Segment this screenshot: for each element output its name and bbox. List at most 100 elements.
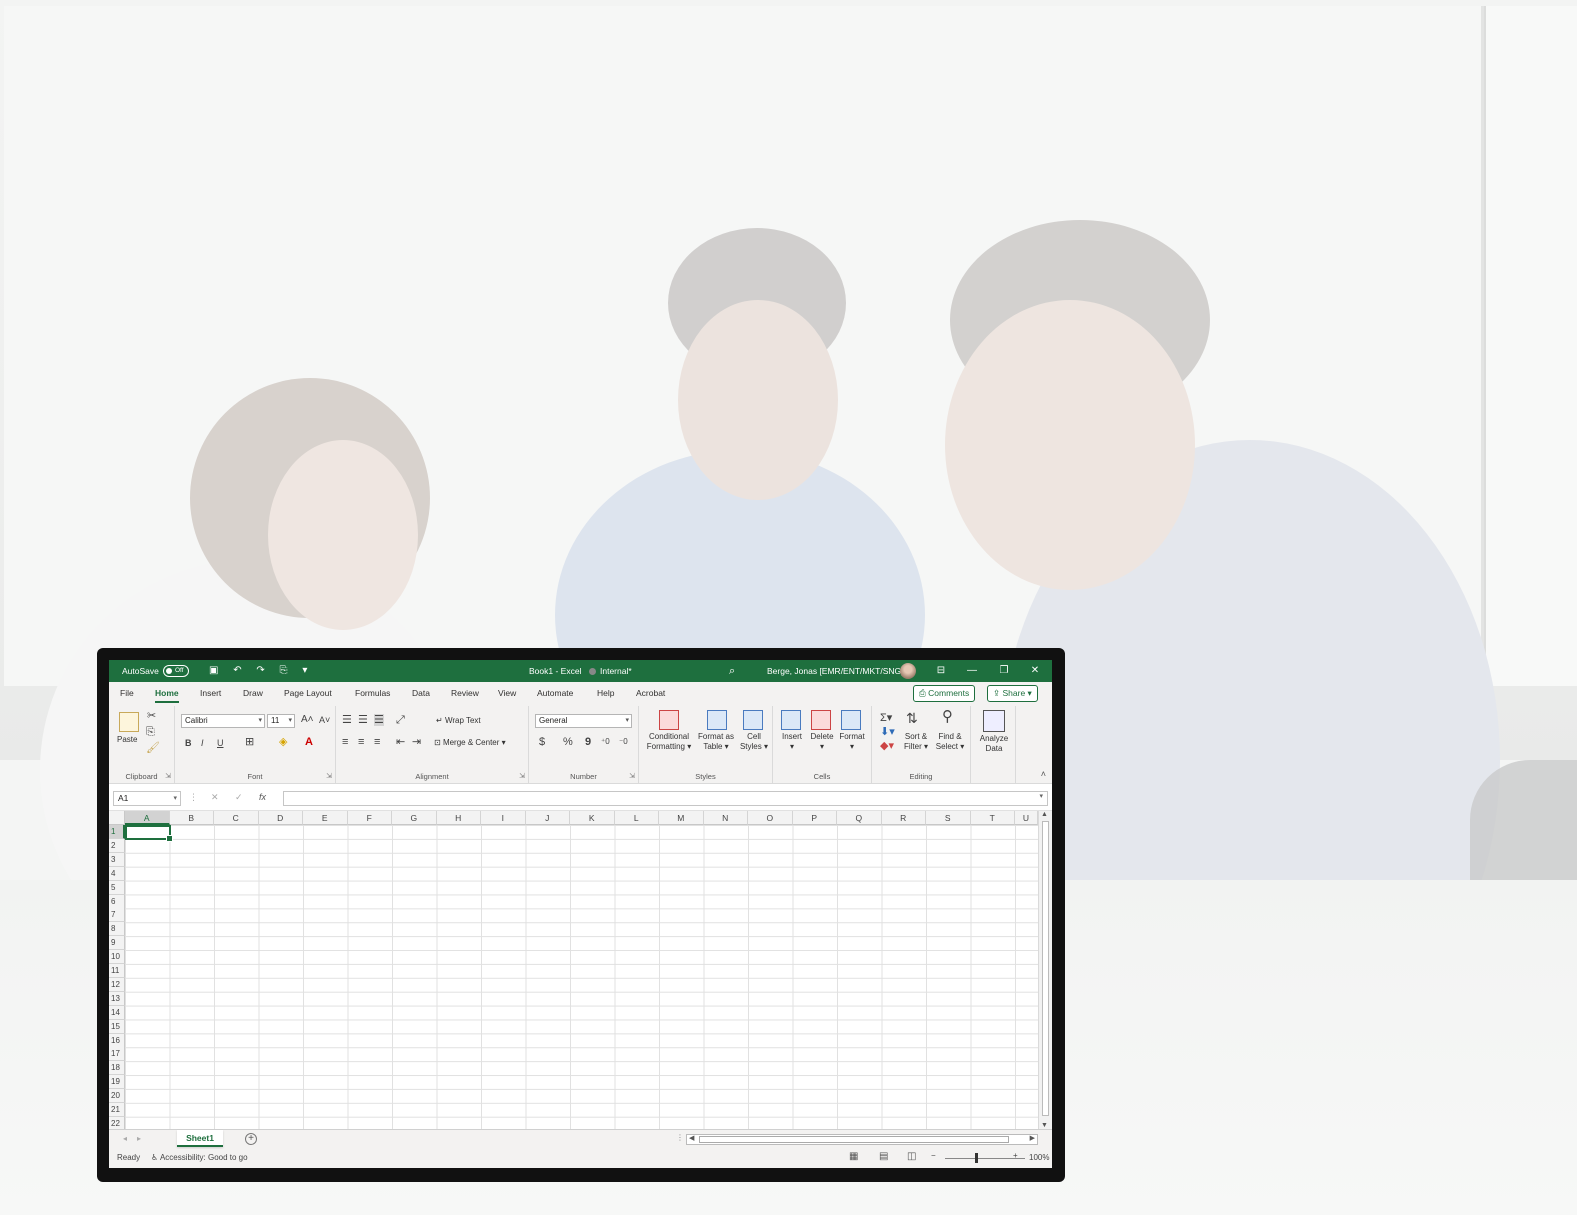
cut-icon[interactable]: ✂ bbox=[147, 710, 156, 722]
fill-color-icon[interactable]: ◈ bbox=[279, 736, 287, 748]
increase-indent-icon[interactable]: ⇥ bbox=[412, 736, 421, 748]
number-launcher-icon[interactable]: ⇲ bbox=[629, 772, 635, 780]
decrease-font-icon[interactable]: A˅ bbox=[319, 714, 330, 726]
italic-button[interactable]: I bbox=[201, 737, 204, 749]
row-header-3[interactable]: 3 bbox=[109, 852, 125, 867]
tab-home[interactable]: Home bbox=[155, 688, 179, 703]
column-header-r[interactable]: R bbox=[881, 811, 926, 825]
row-header-12[interactable]: 12 bbox=[109, 977, 125, 992]
row-header-20[interactable]: 20 bbox=[109, 1089, 125, 1104]
wrap-text-button[interactable]: ↵ Wrap Text bbox=[436, 716, 481, 726]
active-cell[interactable] bbox=[125, 825, 173, 842]
close-icon[interactable]: ✕ bbox=[1020, 660, 1050, 682]
row-header-4[interactable]: 4 bbox=[109, 866, 125, 881]
increase-font-icon[interactable]: A˄ bbox=[301, 714, 314, 726]
autosum-icon[interactable]: Σ▾ bbox=[880, 712, 892, 724]
tab-automate[interactable]: Automate bbox=[537, 688, 573, 698]
comma-style-button[interactable]: 9 bbox=[585, 736, 591, 748]
formula-input[interactable] bbox=[283, 791, 1048, 806]
column-header-g[interactable]: G bbox=[392, 811, 437, 825]
insert-cells-icon[interactable] bbox=[781, 710, 801, 730]
tab-page-layout[interactable]: Page Layout bbox=[284, 688, 332, 698]
share-button[interactable]: ⇪ Share ▾ bbox=[987, 685, 1038, 702]
tab-review[interactable]: Review bbox=[451, 688, 479, 698]
vertical-scroll-thumb[interactable] bbox=[1042, 821, 1049, 1116]
tab-data[interactable]: Data bbox=[412, 688, 430, 698]
sensitivity-label[interactable]: Internal* bbox=[589, 660, 632, 682]
column-header-e[interactable]: E bbox=[303, 811, 348, 825]
align-left-icon[interactable]: ≡ bbox=[342, 736, 348, 748]
page-break-view-icon[interactable]: ◫ bbox=[907, 1151, 916, 1162]
column-header-n[interactable]: N bbox=[703, 811, 748, 825]
column-header-a[interactable]: A bbox=[125, 811, 170, 825]
column-header-o[interactable]: O bbox=[748, 811, 793, 825]
minimize-icon[interactable]: — bbox=[957, 660, 987, 682]
restore-icon[interactable]: ❐ bbox=[989, 660, 1019, 682]
page-layout-view-icon[interactable]: ▤ bbox=[879, 1151, 888, 1162]
increase-decimal-icon[interactable]: ⁺0 bbox=[601, 736, 610, 748]
paste-icon[interactable] bbox=[119, 712, 139, 732]
column-header-c[interactable]: C bbox=[214, 811, 259, 825]
search-icon[interactable]: ⌕ bbox=[729, 660, 735, 682]
sheet-tab[interactable]: Sheet1 bbox=[177, 1130, 223, 1147]
format-as-table-button[interactable]: Format as Table ▾ bbox=[695, 732, 737, 752]
row-header-2[interactable]: 2 bbox=[109, 838, 125, 853]
fill-icon[interactable]: ⬇▾ bbox=[880, 726, 895, 738]
column-header-f[interactable]: F bbox=[347, 811, 392, 825]
column-header-q[interactable]: Q bbox=[837, 811, 882, 825]
row-header-18[interactable]: 18 bbox=[109, 1061, 125, 1076]
tab-acrobat[interactable]: Acrobat bbox=[636, 688, 665, 698]
format-cells-icon[interactable] bbox=[841, 710, 861, 730]
user-name[interactable]: Berge, Jonas [EMR/ENT/MKT/SNG] bbox=[767, 660, 904, 682]
accounting-format-button[interactable]: $ bbox=[539, 736, 545, 748]
font-launcher-icon[interactable]: ⇲ bbox=[326, 772, 332, 780]
column-header-s[interactable]: S bbox=[926, 811, 971, 825]
row-header-13[interactable]: 13 bbox=[109, 991, 125, 1006]
scroll-right-icon[interactable]: ▶ bbox=[1030, 1134, 1035, 1142]
align-right-icon[interactable]: ≡ bbox=[374, 736, 380, 748]
column-header-l[interactable]: L bbox=[614, 811, 659, 825]
ribbon-display-options-icon[interactable]: ⊟ bbox=[926, 660, 956, 682]
font-size-select[interactable]: 11 bbox=[267, 714, 295, 728]
row-header-19[interactable]: 19 bbox=[109, 1075, 125, 1090]
paste-button[interactable]: Paste bbox=[117, 735, 137, 745]
vertical-scrollbar[interactable]: ▲ ▼ bbox=[1038, 811, 1052, 1129]
underline-button[interactable]: U bbox=[217, 737, 224, 749]
normal-view-icon[interactable]: ▦ bbox=[849, 1151, 858, 1162]
column-header-i[interactable]: I bbox=[481, 811, 526, 825]
cell-area[interactable] bbox=[125, 825, 1038, 1129]
cell-styles-button[interactable]: Cell Styles ▾ bbox=[737, 732, 771, 752]
row-header-5[interactable]: 5 bbox=[109, 880, 125, 895]
find-select-icon[interactable]: ⚲ bbox=[942, 709, 953, 724]
row-header-16[interactable]: 16 bbox=[109, 1033, 125, 1048]
accessibility-status[interactable]: ♿ Accessibility: Good to go bbox=[151, 1153, 248, 1162]
clipboard-launcher-icon[interactable]: ⇲ bbox=[165, 772, 171, 780]
row-header-11[interactable]: 11 bbox=[109, 964, 125, 978]
decrease-decimal-icon[interactable]: ⁻0 bbox=[619, 736, 628, 748]
row-header-10[interactable]: 10 bbox=[109, 950, 125, 965]
comments-button[interactable]: ⎙ Comments bbox=[913, 685, 976, 702]
alignment-launcher-icon[interactable]: ⇲ bbox=[519, 772, 525, 780]
autosave-toggle[interactable]: Off bbox=[163, 665, 189, 677]
align-center-icon[interactable]: ≡ bbox=[358, 736, 364, 748]
decrease-indent-icon[interactable]: ⇤ bbox=[396, 736, 405, 748]
delete-cells-icon[interactable] bbox=[811, 710, 831, 730]
format-cells-button[interactable]: Format ▾ bbox=[837, 732, 867, 752]
copy-icon[interactable]: ⎘ bbox=[146, 726, 155, 738]
zoom-level[interactable]: 100% bbox=[1029, 1153, 1049, 1162]
row-header-1[interactable]: 1 bbox=[109, 825, 125, 839]
column-header-p[interactable]: P bbox=[792, 811, 837, 825]
analyze-data-button[interactable]: Analyze Data bbox=[973, 734, 1015, 754]
font-color-icon[interactable]: A bbox=[305, 736, 313, 748]
zoom-out-icon[interactable]: − bbox=[931, 1151, 936, 1160]
horizontal-scroll-thumb[interactable] bbox=[699, 1136, 1009, 1143]
percent-style-button[interactable]: % bbox=[563, 736, 573, 748]
format-painter-icon[interactable]: 🖌 bbox=[146, 742, 160, 754]
tab-view[interactable]: View bbox=[498, 688, 516, 698]
column-header-m[interactable]: M bbox=[659, 811, 704, 825]
row-header-9[interactable]: 9 bbox=[109, 936, 125, 951]
analyze-data-icon[interactable] bbox=[983, 710, 1005, 732]
find-select-button[interactable]: Find & Select ▾ bbox=[932, 732, 968, 752]
insert-function-icon[interactable]: fx bbox=[259, 792, 266, 802]
top-align-icon[interactable]: ☰ bbox=[342, 714, 352, 726]
